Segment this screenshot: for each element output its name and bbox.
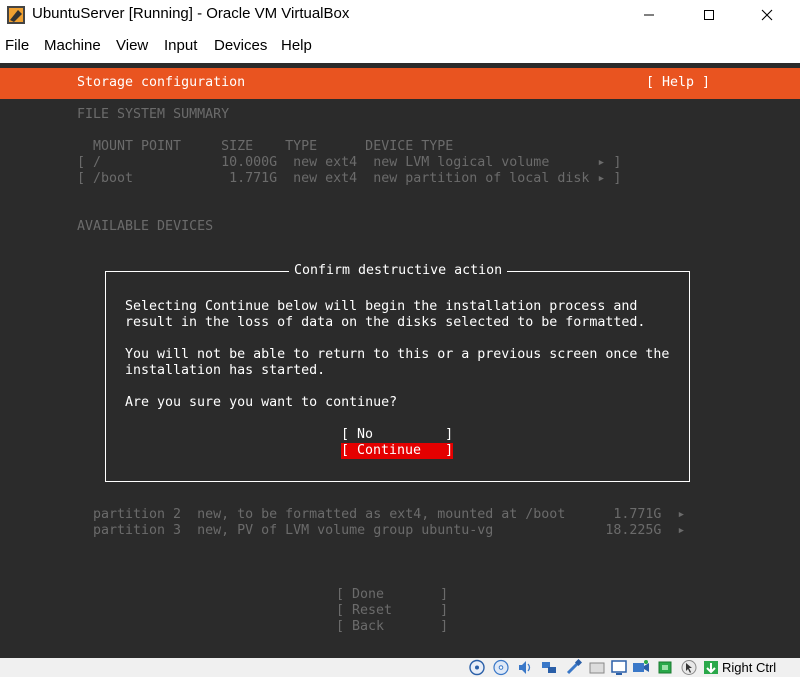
menu-input[interactable]: Input	[164, 37, 197, 54]
usb-icon[interactable]	[564, 659, 582, 676]
partition-row-3[interactable]: partition 3 new, PV of LVM volume group …	[93, 523, 685, 539]
menu-help[interactable]: Help	[281, 37, 312, 54]
audio-icon[interactable]	[516, 659, 534, 676]
installer-header: Storage configuration [ Help ]	[0, 68, 800, 99]
vm-status-bar: Right Ctrl	[0, 658, 800, 677]
shared-folders-icon[interactable]	[588, 659, 606, 676]
done-button[interactable]: [ Done ]	[336, 587, 448, 603]
fs-row-boot[interactable]: [ /boot 1.771G new ext4 new partition of…	[77, 171, 621, 187]
virtualbox-icon	[7, 6, 25, 24]
host-key-label: Right Ctrl	[722, 660, 777, 675]
continue-button[interactable]: [ Continue ]	[341, 443, 454, 459]
cpu-icon[interactable]	[656, 659, 674, 676]
keyboard-capture-icon[interactable]	[702, 659, 720, 676]
mouse-integration-icon[interactable]	[680, 659, 698, 676]
minimize-button[interactable]	[626, 0, 672, 30]
partition-row-2[interactable]: partition 2 new, to be formatted as ext4…	[93, 507, 685, 523]
maximize-button[interactable]	[686, 0, 732, 30]
menu-bar: File Machine View Input Devices Help	[0, 33, 800, 59]
help-button[interactable]: [ Help ]	[646, 75, 710, 91]
dialog-question: Are you sure you want to continue?	[125, 395, 398, 410]
video-capture-icon[interactable]	[632, 659, 650, 676]
header-title: Storage configuration	[77, 75, 246, 90]
menu-file[interactable]: File	[5, 37, 29, 54]
dialog-line: result in the loss of data on the disks …	[125, 315, 646, 330]
dialog-title: Confirm destructive action	[289, 263, 508, 279]
minimize-icon	[644, 14, 654, 16]
network-icon[interactable]	[540, 659, 558, 676]
reset-button[interactable]: [ Reset ]	[336, 603, 448, 619]
fs-summary-heading: FILE SYSTEM SUMMARY	[77, 107, 230, 122]
close-icon	[761, 9, 773, 21]
display-icon[interactable]	[610, 659, 628, 676]
confirm-dialog: Confirm destructive action Selecting Con…	[105, 263, 690, 482]
vm-display[interactable]: Storage configuration [ Help ] FILE SYST…	[0, 63, 800, 658]
dialog-line: installation has started.	[125, 363, 326, 378]
window-titlebar: UbuntuServer [Running] - Oracle VM Virtu…	[0, 0, 800, 30]
dialog-line: Selecting Continue below will begin the …	[125, 299, 638, 314]
available-devices-heading: AVAILABLE DEVICES	[77, 219, 214, 234]
back-button[interactable]: [ Back ]	[336, 619, 448, 635]
hard-disk-icon[interactable]	[468, 659, 486, 676]
optical-drive-icon[interactable]	[492, 659, 510, 676]
maximize-icon	[704, 10, 714, 20]
menu-view[interactable]: View	[116, 37, 148, 54]
menu-machine[interactable]: Machine	[44, 37, 101, 54]
dialog-line: You will not be able to return to this o…	[125, 347, 670, 362]
fs-row-root[interactable]: [ / 10.000G new ext4 new LVM logical vol…	[77, 155, 621, 171]
menu-devices[interactable]: Devices	[214, 37, 267, 54]
close-button[interactable]	[744, 0, 790, 30]
no-button[interactable]: [ No ]	[341, 427, 453, 443]
window-title: UbuntuServer [Running] - Oracle VM Virtu…	[32, 5, 350, 22]
fs-columns-header: MOUNT POINT SIZE TYPE DEVICE TYPE	[93, 139, 454, 154]
